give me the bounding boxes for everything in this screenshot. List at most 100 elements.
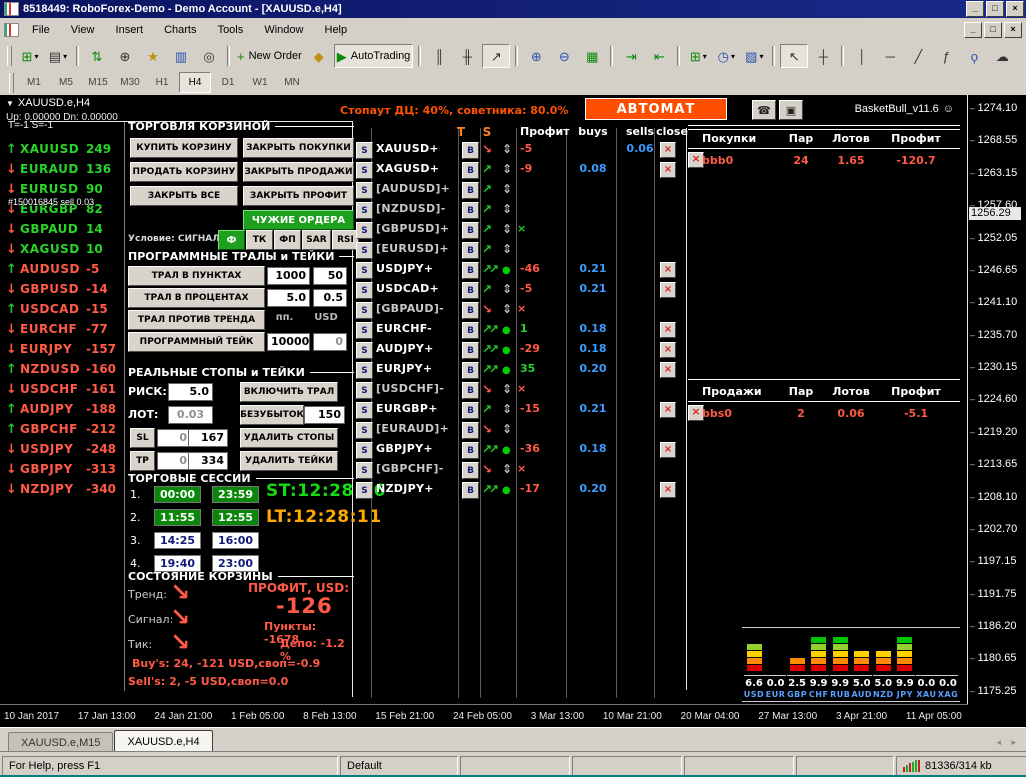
menu-item[interactable]: File (23, 21, 59, 39)
menu-item[interactable]: Tools (209, 21, 253, 39)
toolbar-button[interactable]: ↗ ▾ (482, 44, 510, 68)
toolbar-button[interactable]: ▾ (772, 46, 775, 66)
sell-symbol-button[interactable]: S (356, 462, 373, 479)
toolbar-button[interactable]: ⊕ ▾ (523, 45, 549, 67)
delete-takes-button[interactable]: УДАЛИТЬ ТЕЙКИ (240, 451, 338, 471)
sell-symbol-button[interactable]: S (356, 322, 373, 339)
toolbar-button[interactable]: ▾ (76, 46, 79, 66)
sell-symbol-button[interactable]: S (356, 182, 373, 199)
trail-percent-value[interactable]: 5.0 (267, 289, 310, 307)
pair-row[interactable]: GBPCHF -212 (6, 419, 124, 439)
toolbar-button[interactable]: ⇥ ▾ (618, 45, 644, 67)
session-from-field[interactable]: 14:25 (154, 532, 201, 549)
buy-symbol-button[interactable]: B (462, 202, 479, 219)
pair-row[interactable]: AUDUSD -5 (6, 259, 124, 279)
close-symbol-button[interactable]: × (660, 262, 676, 278)
pair-row[interactable]: EURUSD 90 (6, 179, 124, 199)
pair-row[interactable]: GBPUSD -14 (6, 279, 124, 299)
toolbar-button[interactable]: ┼ ▾ (810, 45, 836, 67)
enable-trail-button[interactable]: ВКЛЮЧИТЬ ТРАЛ (240, 382, 338, 402)
trail-percent-button[interactable]: ТРАЛ В ПРОЦЕНТАХ (128, 288, 265, 308)
buy-symbol-button[interactable]: B (462, 422, 479, 439)
toolbar-button[interactable]: ƒ ▾ (933, 45, 959, 67)
buy-basket-button[interactable]: КУПИТЬ КОРЗИНУ (130, 138, 238, 158)
session-to-field[interactable]: 16:00 (212, 532, 259, 549)
pair-row[interactable]: EURAUD 136 (6, 159, 124, 179)
program-take-usd[interactable]: 0 (313, 333, 347, 351)
session-to-field[interactable]: 12:55 (212, 509, 259, 526)
timeframe-button[interactable]: H4 (179, 72, 211, 93)
buy-symbol-button[interactable]: B (462, 222, 479, 239)
close-profit-button[interactable]: ЗАКРЫТЬ ПРОФИТ (243, 186, 354, 206)
buy-symbol-button[interactable]: B (462, 182, 479, 199)
trail-percent-step[interactable]: 0.5 (313, 289, 347, 307)
sell-symbol-button[interactable]: S (356, 282, 373, 299)
toolbar-button[interactable]: │ ▾ (849, 45, 875, 67)
pair-row[interactable]: EURJPY -157 (6, 339, 124, 359)
sell-symbol-button[interactable]: S (356, 262, 373, 279)
toolbar-button[interactable]: + New Order ▾ (235, 45, 304, 67)
toolbar-button[interactable]: ╱ ▾ (905, 45, 931, 67)
toolbar-button[interactable]: ★ ▾ (140, 45, 166, 67)
sell-symbol-button[interactable]: S (356, 202, 373, 219)
chart-tab[interactable]: XAUUSD.e,H4 (114, 730, 212, 752)
sl-button[interactable]: SL (130, 428, 155, 448)
close-buys-button[interactable]: ЗАКРЫТЬ ПОКУПКИ (243, 138, 354, 158)
pair-row[interactable]: EURCHF -77 (6, 319, 124, 339)
toolbar-button[interactable]: ▾ (677, 46, 680, 66)
tab-scroll-arrows[interactable]: ◂ ▸ (996, 737, 1020, 748)
close-symbol-button[interactable]: × (660, 482, 676, 498)
buy-symbol-button[interactable]: B (462, 262, 479, 279)
toolbar-button[interactable]: ▾ (610, 46, 613, 66)
child-close-button[interactable]: × (1004, 22, 1022, 38)
toolbar-button[interactable]: ║ ▾ (426, 45, 452, 67)
delete-stops-button[interactable]: УДАЛИТЬ СТОПЫ (240, 428, 338, 448)
toolbar-button[interactable]: ◆ ▾ (306, 45, 332, 67)
menu-item[interactable]: Insert (107, 21, 153, 39)
timeframe-button[interactable]: W1 (245, 73, 275, 92)
sell-symbol-button[interactable]: S (356, 242, 373, 259)
trail-points-value[interactable]: 1000 (267, 267, 310, 285)
tp-value-2[interactable]: 334 (188, 452, 228, 470)
tp-value-1[interactable]: 0 (157, 452, 191, 470)
sell-symbol-button[interactable]: S (356, 162, 373, 179)
buy-symbol-button[interactable]: B (462, 162, 479, 179)
timeframe-button[interactable]: M15 (83, 73, 113, 92)
sell-symbol-button[interactable]: S (356, 342, 373, 359)
pair-row[interactable]: NZDUSD -160 (6, 359, 124, 379)
sell-symbol-button[interactable]: S (356, 222, 373, 239)
trail-against-trend-button[interactable]: ТРАЛ ПРОТИВ ТРЕНДА (128, 310, 265, 330)
pair-row[interactable]: XAGUSD 10 (6, 239, 124, 259)
close-button[interactable]: × (1006, 1, 1024, 17)
close-symbol-button[interactable]: × (660, 142, 676, 158)
price-scale[interactable]: 1274.10 1268.55 1263.15 1257.60 1252.05 … (967, 95, 1026, 705)
pair-row[interactable]: XAUUSD 249 (6, 139, 124, 159)
toolbar-button[interactable]: ⊖ ▾ (551, 45, 577, 67)
sell-symbol-button[interactable]: S (356, 302, 373, 319)
lot-value[interactable]: 0.03 (168, 406, 213, 424)
sell-symbol-button[interactable]: S (356, 382, 373, 399)
buy-symbol-button[interactable]: B (462, 482, 479, 499)
condition-fp-button[interactable]: ФП (274, 230, 301, 250)
restore-button[interactable]: □ (986, 1, 1004, 17)
timeframe-button[interactable]: M1 (19, 73, 49, 92)
pair-row[interactable]: AUDJPY -188 (6, 399, 124, 419)
buy-symbol-button[interactable]: B (462, 402, 479, 419)
buy-symbol-button[interactable]: B (462, 362, 479, 379)
toolbar-button[interactable]: ▧ ▾ (741, 45, 767, 67)
toolbar-button[interactable]: ▾ (515, 46, 518, 66)
sell-symbol-button[interactable]: S (356, 482, 373, 499)
breakeven-value[interactable]: 150 (304, 406, 345, 424)
buy-symbol-button[interactable]: B (462, 462, 479, 479)
condition-sar-button[interactable]: SAR (302, 230, 331, 250)
close-symbol-button[interactable]: × (660, 162, 676, 178)
condition-tk-button[interactable]: ТК (246, 230, 273, 250)
chart-area[interactable]: Стопаут ДЦ: 40%, советника: 80.0% АВТОМА… (0, 95, 1026, 727)
timeframe-button[interactable]: M5 (51, 73, 81, 92)
risk-value[interactable]: 5.0 (168, 383, 213, 401)
toolbar-button[interactable]: ▾ (418, 46, 421, 66)
menu-item[interactable]: Charts (155, 21, 205, 39)
buy-symbol-button[interactable]: B (462, 282, 479, 299)
symbol-dropdown[interactable]: ▼XAUUSD.e,H4 (6, 97, 124, 109)
buy-symbol-button[interactable]: B (462, 242, 479, 259)
